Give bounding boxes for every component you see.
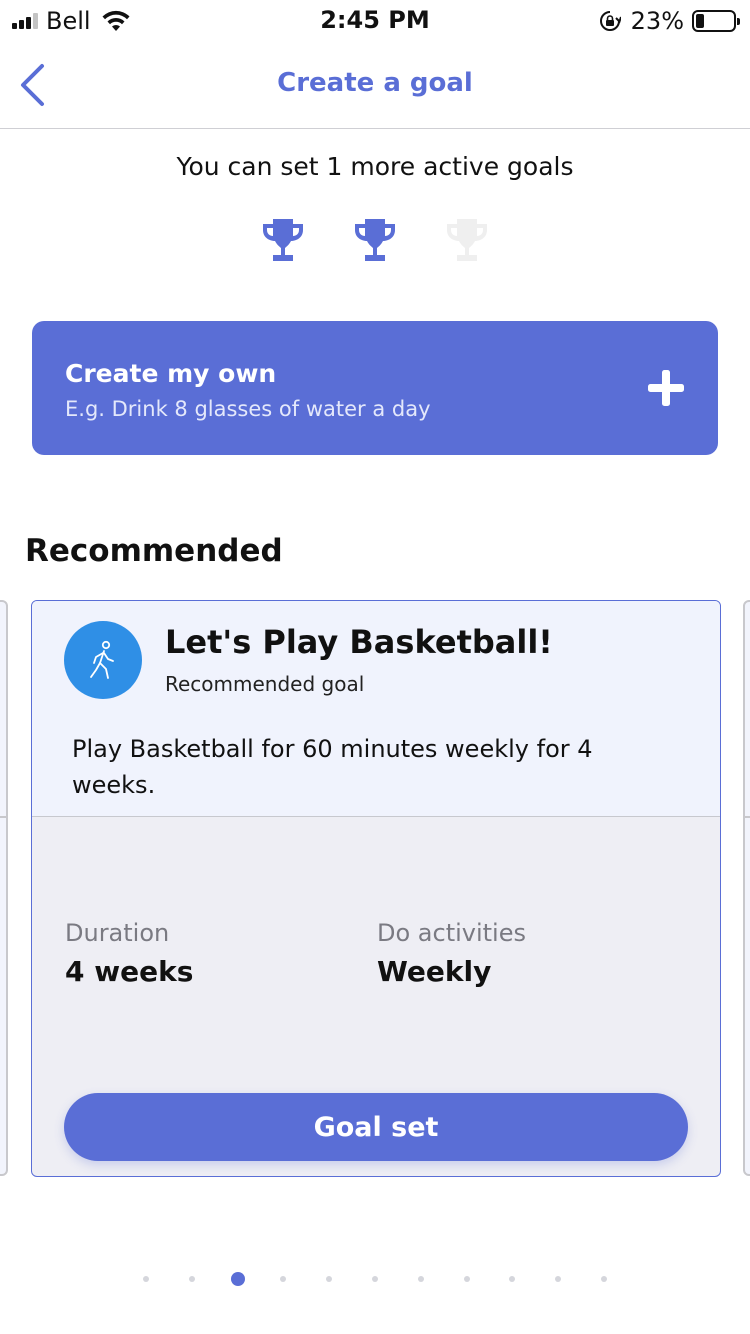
page-dot[interactable] — [417, 1276, 424, 1282]
page-dot-active[interactable] — [230, 1272, 245, 1286]
navigation-bar: Create a goal — [0, 40, 750, 129]
recommended-heading: Recommended — [25, 533, 283, 569]
frequency-label: Do activities — [377, 919, 526, 947]
page-dot[interactable] — [280, 1276, 287, 1282]
page-dot[interactable] — [463, 1276, 470, 1282]
battery-level — [696, 14, 704, 28]
next-goal-card[interactable] — [743, 600, 750, 1176]
frequency-value: Weekly — [377, 955, 492, 988]
previous-goal-card[interactable] — [0, 600, 8, 1176]
trophy-icon — [447, 219, 487, 261]
duration-label: Duration — [65, 919, 170, 947]
goal-card-header: Let's Play Basketball! Recommended goal … — [32, 601, 720, 817]
active-goals-info: You can set 1 more active goals — [176, 152, 574, 181]
page-dot[interactable] — [555, 1276, 562, 1282]
trophy-icon — [263, 219, 303, 261]
duration-value: 4 weeks — [65, 955, 194, 988]
battery-percent: 23% — [630, 7, 684, 35]
activity-avatar — [64, 621, 142, 699]
battery-icon — [692, 10, 740, 32]
goal-set-button[interactable]: Goal set — [64, 1093, 688, 1161]
create-own-example: E.g. Drink 8 glasses of water a day — [65, 397, 431, 421]
page-dot[interactable] — [509, 1276, 516, 1282]
status-bar-right: 23% — [599, 6, 740, 36]
goal-title: Let's Play Basketball! — [165, 623, 553, 661]
create-own-title: Create my own — [65, 359, 277, 388]
page-indicator[interactable] — [0, 1272, 750, 1286]
page-dot[interactable] — [372, 1276, 378, 1282]
trophy-icon — [355, 219, 395, 261]
page-title: Create a goal — [277, 68, 473, 98]
trophy-row — [0, 216, 750, 264]
page-dot[interactable] — [143, 1276, 149, 1282]
status-bar: Bell 2:45 PM 23% — [0, 0, 750, 40]
walking-icon — [90, 640, 114, 679]
page-dot[interactable] — [188, 1276, 195, 1282]
orientation-lock-icon — [599, 11, 621, 31]
plus-icon — [648, 370, 684, 406]
divider — [743, 816, 750, 818]
goal-description: Play Basketball for 60 minutes weekly fo… — [72, 735, 593, 799]
page-dot[interactable] — [326, 1276, 333, 1282]
goal-kind: Recommended goal — [165, 672, 365, 696]
create-own-goal-button[interactable]: Create my own E.g. Drink 8 glasses of wa… — [32, 321, 718, 455]
divider — [0, 816, 8, 818]
recommended-goal-card[interactable]: Let's Play Basketball! Recommended goal … — [31, 600, 721, 1177]
page-dot[interactable] — [601, 1276, 607, 1282]
